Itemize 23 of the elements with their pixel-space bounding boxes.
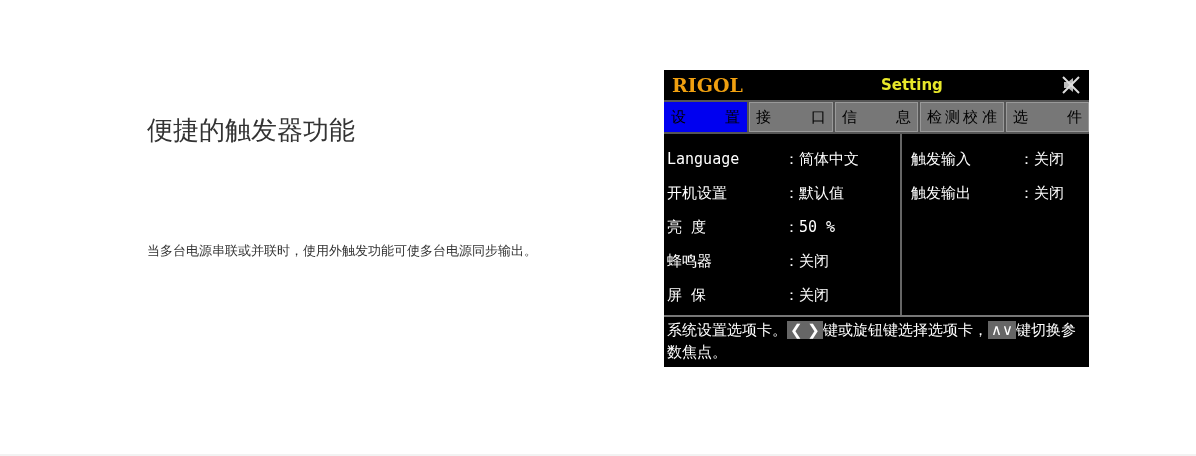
setting-label: 触发输出 [911,183,972,203]
section-heading: 便捷的触发器功能 [147,114,355,147]
setting-value[interactable]: ：关闭 [1019,149,1064,169]
settings-tab[interactable]: 信 息 [834,102,919,132]
setting-label: 蜂鸣器 [667,251,713,271]
setting-label: 开机设置 [667,183,728,203]
settings-tab[interactable]: 检测校准 [920,102,1004,132]
feature-description: 当多台电源串联或并联时，使用外触发功能可使多台电源同步输出。 [147,242,538,260]
setting-label: 亮 度 [667,217,708,237]
help-text: 系统设置选项卡。 ❮ ❯ 键或旋钮键选择选项卡， ∧∨ 键切换参数焦点。 [664,315,1089,367]
setting-value[interactable]: ：关闭 [784,285,829,305]
setting-value[interactable]: ：默认值 [784,183,844,203]
brand-logo: RIGOL [672,74,743,96]
setting-value[interactable]: ：50 % [784,217,836,237]
settings-tab[interactable]: 接 口 [749,102,833,132]
screen-title: Setting [879,76,944,94]
setting-label: 触发输入 [911,149,972,169]
setting-value[interactable]: ：关闭 [784,251,829,271]
settings-tab[interactable]: 选 件 [1005,102,1090,132]
setting-label: 屏 保 [667,285,708,305]
setting-label: Language [667,150,741,168]
setting-value[interactable]: ：关闭 [1019,183,1064,203]
setting-value[interactable]: ：简体中文 [784,149,859,169]
